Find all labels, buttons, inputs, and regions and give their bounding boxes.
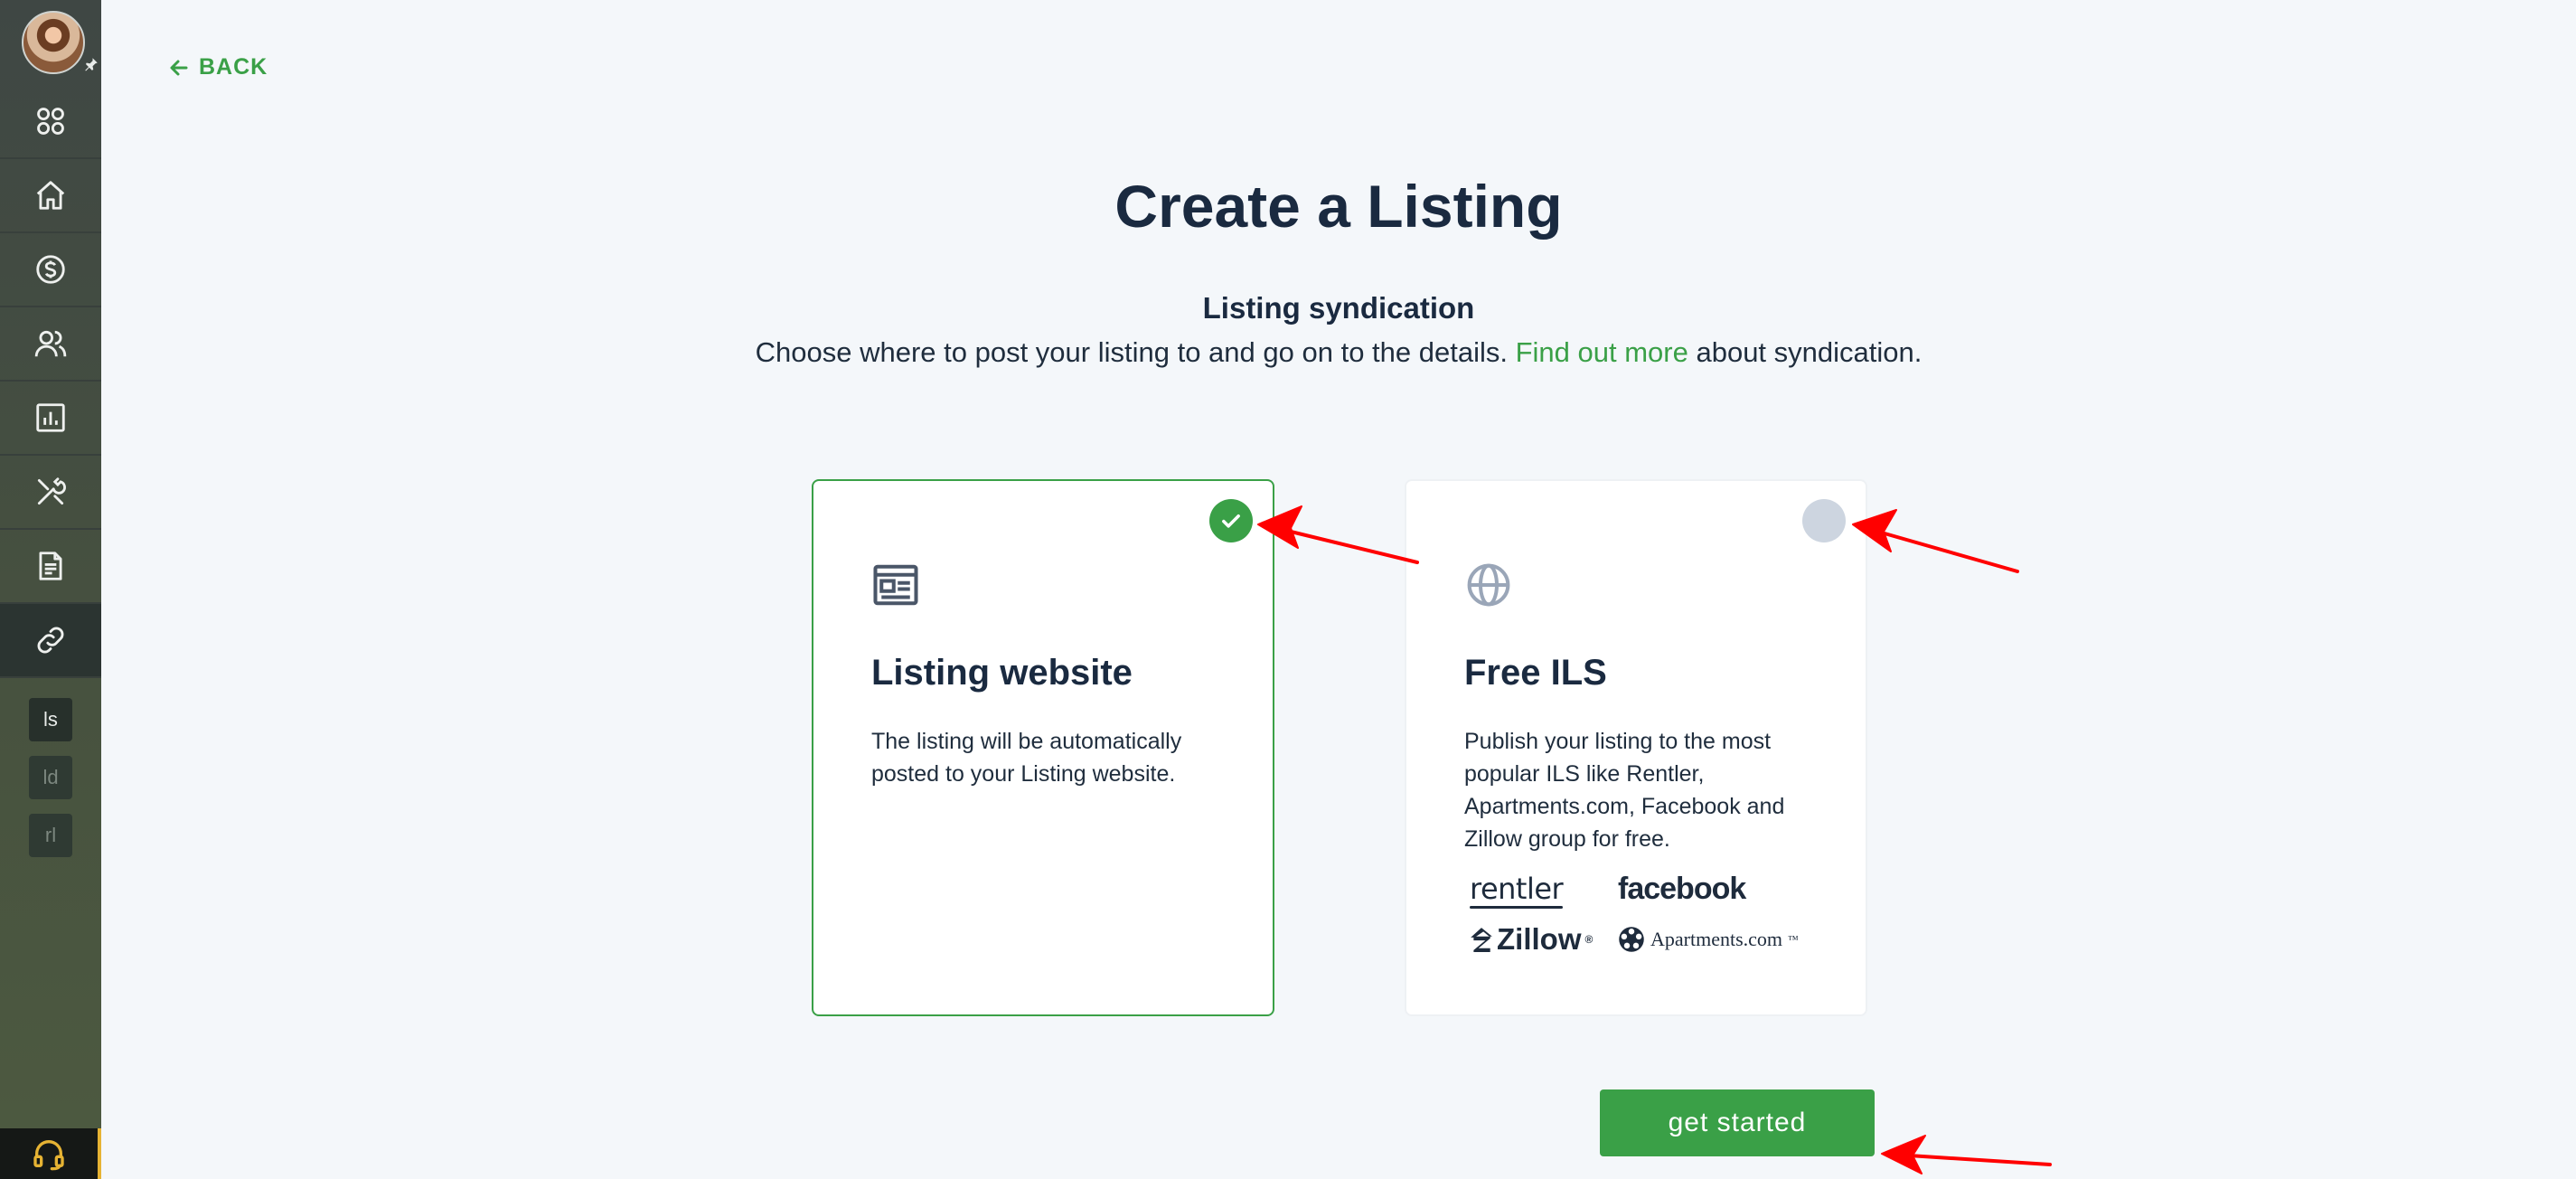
annotation-arrow-get-started <box>1881 1135 2052 1174</box>
section-description: Choose where to post your listing to and… <box>0 336 2576 369</box>
check-icon <box>1222 514 1240 528</box>
user-avatar[interactable] <box>22 11 85 74</box>
globe-icon <box>1467 563 1510 607</box>
section-subtitle: Listing syndication <box>1202 291 1475 325</box>
description-text-after: about syndication. <box>1688 336 1923 368</box>
partner-logos: rentler facebook Zillow ® Apartments.com ™ <box>1464 872 1844 971</box>
get-started-button[interactable]: get started <box>1600 1089 1875 1156</box>
zillow-logo: Zillow ® <box>1470 922 1593 957</box>
card-title: Listing website <box>871 653 1133 693</box>
tools-icon <box>37 477 66 505</box>
pin-icon[interactable] <box>83 56 99 72</box>
support-button[interactable] <box>0 1128 101 1179</box>
free-ils-card[interactable]: Free ILS Publish your listing to the mos… <box>1405 479 1867 1016</box>
unselected-radio[interactable] <box>1802 499 1846 542</box>
back-label: BACK <box>199 54 268 80</box>
sidebar-mini-rl[interactable]: rl <box>29 814 72 857</box>
annotation-arrow-ils-radio <box>1852 509 2019 573</box>
find-out-more-link[interactable]: Find out more <box>1516 336 1688 368</box>
back-link[interactable]: BACK <box>168 54 268 80</box>
document-icon <box>39 552 62 580</box>
nav-reports[interactable] <box>0 382 101 456</box>
card-description: Publish your listing to the most popular… <box>1464 729 1785 852</box>
nav-dashboard[interactable] <box>0 85 101 159</box>
card-description: The listing will be automatically posted… <box>871 729 1182 787</box>
annotation-arrow-listing-check <box>1257 505 1419 564</box>
apartments-logo: Apartments.com ™ <box>1618 926 1799 953</box>
card-title: Free ILS <box>1464 653 1607 693</box>
description-text-before: Choose where to post your listing to and… <box>755 336 1516 368</box>
link-icon <box>37 627 64 654</box>
newspaper-icon <box>873 564 918 606</box>
nav-maintenance[interactable] <box>0 456 101 530</box>
nav-documents[interactable] <box>0 530 101 604</box>
zillow-z-icon <box>1471 928 1492 952</box>
nav-listings[interactable] <box>0 604 101 678</box>
selected-check[interactable] <box>1209 499 1253 542</box>
bar-chart-icon <box>36 403 65 432</box>
dollar-circle-icon <box>36 255 65 284</box>
headset-icon <box>33 1140 64 1171</box>
rentler-logo: rentler <box>1470 872 1564 909</box>
sidebar-mini-ls[interactable]: ls <box>29 698 72 741</box>
dashboard-icon <box>37 108 64 135</box>
arrow-left-icon <box>170 60 188 75</box>
listing-website-card[interactable]: Listing website The listing will be auto… <box>812 479 1274 1016</box>
page-title: Create a Listing <box>1114 173 1563 240</box>
sidebar-mini-ld[interactable]: ld <box>29 756 72 799</box>
facebook-logo: facebook <box>1618 872 1746 906</box>
apartments-flower-icon <box>1619 927 1644 952</box>
